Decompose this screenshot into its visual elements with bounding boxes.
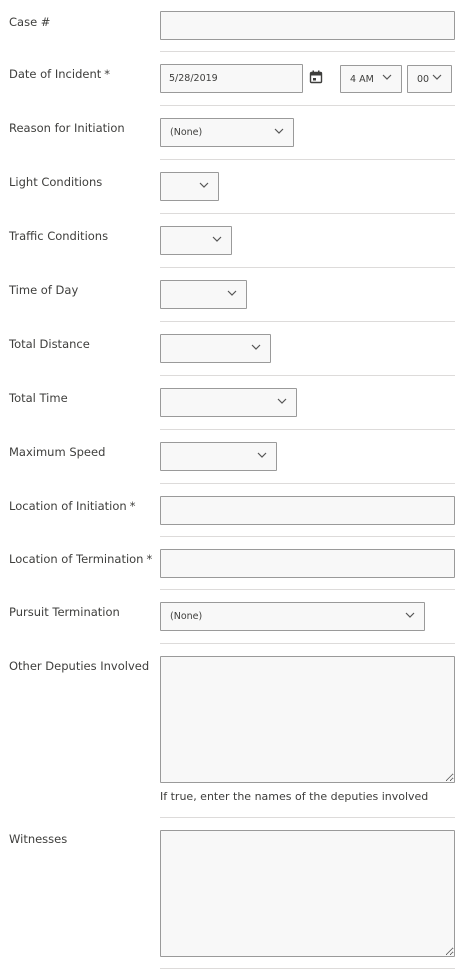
total-distance-select[interactable] [160, 334, 271, 363]
separator [160, 483, 455, 484]
location-of-termination-input[interactable] [160, 549, 455, 578]
reason-for-initiation-select[interactable]: (None) [160, 118, 294, 147]
pursuit-termination-label: Pursuit Termination [9, 605, 120, 619]
total-distance-label: Total Distance [9, 337, 90, 351]
required-marker: * [146, 552, 153, 566]
case-number-label: Case # [9, 15, 51, 29]
separator [160, 643, 455, 644]
total-time-select[interactable] [160, 388, 297, 417]
separator [160, 213, 455, 214]
required-marker: * [129, 499, 136, 513]
chevron-down-icon [274, 128, 284, 134]
separator [160, 321, 455, 322]
date-of-incident-label: Date of Incident * [9, 67, 111, 81]
chevron-down-icon [227, 290, 237, 296]
reason-for-initiation-label: Reason for Initiation [9, 121, 125, 135]
location-of-termination-label: Location of Termination * [9, 552, 153, 566]
calendar-icon[interactable] [309, 70, 323, 84]
other-deputies-help-text: If true, enter the names of the deputies… [160, 790, 429, 803]
traffic-conditions-select[interactable] [160, 226, 232, 255]
witnesses-label: Witnesses [9, 832, 68, 846]
time-of-day-select[interactable] [160, 280, 247, 309]
chevron-down-icon [257, 452, 267, 458]
separator [160, 267, 455, 268]
light-conditions-select[interactable] [160, 172, 219, 201]
other-deputies-involved-textarea[interactable] [160, 656, 455, 783]
chevron-down-icon [199, 182, 209, 188]
chevron-down-icon [212, 236, 222, 242]
other-deputies-involved-label: Other Deputies Involved [9, 659, 150, 673]
separator [160, 536, 455, 537]
location-of-initiation-input[interactable] [160, 496, 455, 525]
date-of-incident-date-input[interactable] [160, 64, 303, 93]
light-conditions-label: Light Conditions [9, 175, 103, 189]
separator [160, 589, 455, 590]
maximum-speed-label: Maximum Speed [9, 445, 106, 459]
incident-minute-value: 00 [417, 73, 430, 85]
incident-hour-select[interactable]: 4 AM [340, 65, 402, 93]
incident-minute-select[interactable]: 00 [407, 65, 452, 93]
total-time-label: Total Time [9, 391, 68, 405]
chevron-down-icon [432, 74, 442, 80]
chevron-down-icon [382, 74, 392, 80]
required-marker: * [104, 67, 111, 81]
case-number-input[interactable] [160, 11, 455, 40]
maximum-speed-select[interactable] [160, 442, 277, 471]
witnesses-textarea[interactable] [160, 830, 455, 957]
pursuit-termination-value: (None) [170, 611, 203, 622]
separator [160, 429, 455, 430]
time-of-day-label: Time of Day [9, 283, 79, 297]
chevron-down-icon [405, 612, 415, 618]
separator [160, 817, 455, 818]
chevron-down-icon [251, 344, 261, 350]
separator [160, 968, 455, 969]
pursuit-termination-select[interactable]: (None) [160, 602, 425, 631]
chevron-down-icon [277, 398, 287, 404]
separator [160, 105, 455, 106]
separator [160, 51, 455, 52]
traffic-conditions-label: Traffic Conditions [9, 229, 109, 243]
incident-hour-value: 4 AM [350, 73, 374, 85]
separator [160, 159, 455, 160]
location-of-initiation-label: Location of Initiation * [9, 499, 136, 513]
separator [160, 375, 455, 376]
reason-for-initiation-value: (None) [170, 127, 203, 138]
